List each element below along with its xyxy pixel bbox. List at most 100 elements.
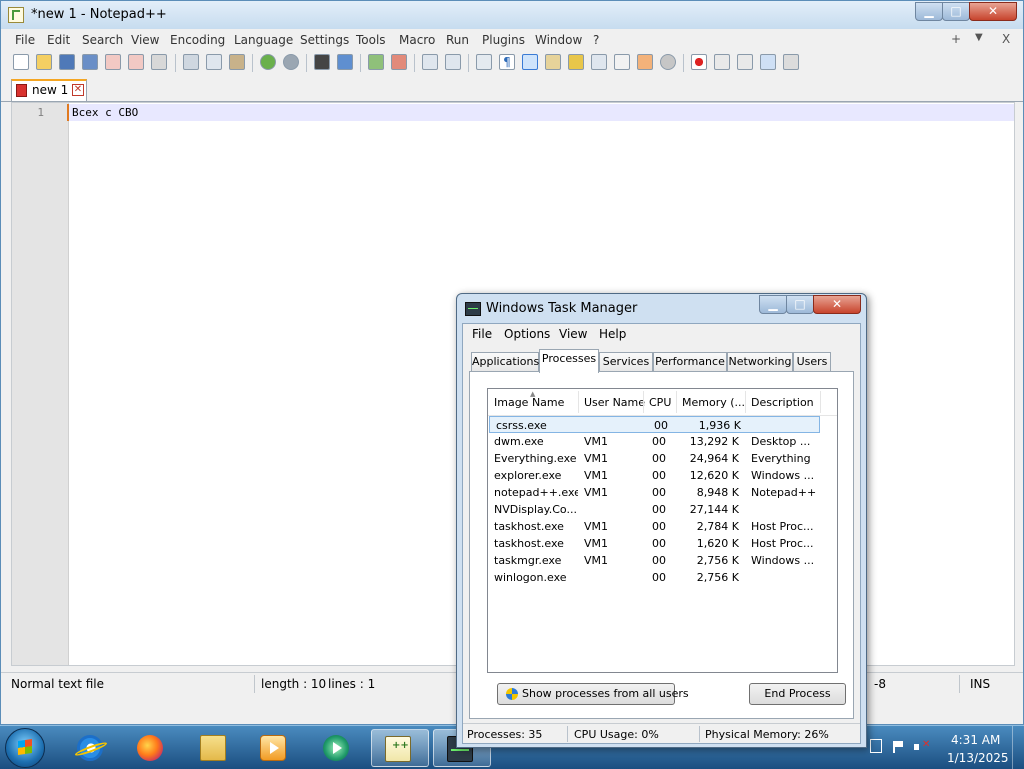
tab-applications[interactable]: Applications — [471, 352, 539, 372]
new-tab-button[interactable]: + — [951, 32, 961, 46]
tab-performance[interactable]: Performance — [653, 352, 727, 372]
word-wrap-icon[interactable] — [476, 54, 492, 70]
show-all-processes-button[interactable]: Show processes from all users — [497, 683, 689, 705]
menu-language[interactable]: Language — [234, 33, 293, 47]
menu-encoding[interactable]: Encoding — [170, 33, 225, 47]
menu-run[interactable]: Run — [446, 33, 469, 47]
column-description[interactable]: Description — [751, 396, 814, 409]
tm-menu-view[interactable]: View — [559, 327, 587, 341]
show-desktop-button[interactable] — [1012, 726, 1024, 769]
tab-users[interactable]: Users — [793, 352, 831, 372]
taskbar-notepadpp[interactable] — [371, 729, 429, 767]
function-list-icon[interactable] — [614, 54, 630, 70]
play-macro-icon[interactable] — [737, 54, 753, 70]
tab-close-icon[interactable]: ✕ — [72, 84, 84, 96]
table-row[interactable]: taskhost.exe VM1 00 1,620 K Host Proc... — [488, 535, 837, 552]
folder-workspace-icon[interactable] — [637, 54, 653, 70]
table-row[interactable]: taskmgr.exe VM1 00 2,756 K Windows ... — [488, 552, 837, 569]
minimize-button[interactable]: ▁ — [915, 2, 943, 21]
paste-icon[interactable] — [229, 54, 245, 70]
zoom-in-icon[interactable] — [368, 54, 384, 70]
table-row[interactable]: dwm.exe VM1 00 13,292 K Desktop ... — [488, 433, 837, 450]
column-divider[interactable] — [643, 391, 644, 413]
menu-settings[interactable]: Settings — [300, 33, 349, 47]
menu-file[interactable]: File — [15, 33, 35, 47]
tm-menu-options[interactable]: Options — [504, 327, 550, 341]
task-manager-minimize-button[interactable]: ▁ — [759, 295, 787, 314]
task-manager-maximize-button[interactable]: □ — [786, 295, 814, 314]
network-icon[interactable] — [870, 739, 882, 753]
taskbar-firefox[interactable] — [124, 729, 176, 767]
editor-line-text[interactable]: Всех с СВО — [72, 106, 138, 119]
save-icon[interactable] — [59, 54, 75, 70]
action-center-flag-icon[interactable] — [892, 741, 904, 753]
replace-icon[interactable] — [337, 54, 353, 70]
column-divider[interactable] — [745, 391, 746, 413]
doc-list-icon[interactable] — [591, 54, 607, 70]
table-row[interactable]: csrss.exe 00 1,936 K — [489, 416, 820, 433]
tab-networking[interactable]: Networking — [727, 352, 793, 372]
column-divider[interactable] — [578, 391, 579, 413]
column-memory[interactable]: Memory (... — [682, 396, 745, 409]
open-file-icon[interactable] — [36, 54, 52, 70]
menu-macro[interactable]: Macro — [399, 33, 435, 47]
stop-macro-icon[interactable] — [714, 54, 730, 70]
save-all-icon[interactable] — [82, 54, 98, 70]
clock-time[interactable]: 4:31 AM — [951, 733, 1000, 747]
zoom-out-icon[interactable] — [391, 54, 407, 70]
new-file-icon[interactable] — [13, 54, 29, 70]
monitoring-icon[interactable] — [660, 54, 676, 70]
table-row[interactable]: winlogon.exe 00 2,756 K — [488, 569, 837, 586]
table-row[interactable]: NVDisplay.Co... 00 27,144 K — [488, 501, 837, 518]
start-button[interactable] — [5, 728, 45, 768]
find-icon[interactable] — [314, 54, 330, 70]
tab-new-1[interactable]: new 1 ✕ — [11, 79, 87, 101]
task-manager-close-button[interactable]: ✕ — [813, 295, 861, 314]
tab-services[interactable]: Services — [599, 352, 653, 372]
close-file-icon[interactable] — [105, 54, 121, 70]
column-cpu[interactable]: CPU — [649, 396, 671, 409]
record-macro-icon[interactable] — [691, 54, 707, 70]
taskbar-explorer[interactable] — [187, 729, 239, 767]
task-manager-app-icon[interactable] — [465, 302, 481, 316]
run-macro-multiple-icon[interactable] — [760, 54, 776, 70]
tab-processes[interactable]: Processes — [539, 349, 599, 373]
menu-tools[interactable]: Tools — [356, 33, 386, 47]
taskbar-media-center[interactable] — [247, 729, 299, 767]
table-row[interactable]: explorer.exe VM1 00 12,620 K Windows ... — [488, 467, 837, 484]
process-list[interactable]: ▲ Image Name User Name CPU Memory (... D… — [487, 388, 838, 673]
taskbar-internet-explorer[interactable] — [64, 729, 116, 767]
notepadpp-titlebar[interactable]: *new 1 - Notepad++ ▁ □ ✕ — [1, 1, 1023, 29]
redo-icon[interactable] — [283, 54, 299, 70]
clock-date[interactable]: 1/13/2025 — [947, 751, 1009, 765]
sync-vertical-icon[interactable] — [422, 54, 438, 70]
language-icon[interactable] — [545, 54, 561, 70]
tm-menu-help[interactable]: Help — [599, 327, 626, 341]
sync-horizontal-icon[interactable] — [445, 54, 461, 70]
menu-help[interactable]: ? — [593, 33, 599, 47]
column-divider[interactable] — [820, 391, 821, 413]
indent-guide-icon[interactable] — [522, 54, 538, 70]
show-all-chars-icon[interactable]: ¶ — [499, 54, 515, 70]
notepadpp-app-icon[interactable] — [8, 7, 24, 23]
save-macro-icon[interactable] — [783, 54, 799, 70]
table-row[interactable]: Everything.exe VM1 00 24,964 K Everythin… — [488, 450, 837, 467]
column-image-name[interactable]: Image Name — [494, 396, 564, 409]
menu-edit[interactable]: Edit — [47, 33, 70, 47]
table-row[interactable]: notepad++.exe VM1 00 8,948 K Notepad++ — [488, 484, 837, 501]
tm-menu-file[interactable]: File — [472, 327, 492, 341]
tab-list-dropdown[interactable]: ▼ — [975, 32, 983, 43]
menu-view[interactable]: View — [131, 33, 159, 47]
column-user-name[interactable]: User Name — [584, 396, 645, 409]
column-divider[interactable] — [676, 391, 677, 413]
copy-icon[interactable] — [206, 54, 222, 70]
menu-search[interactable]: Search — [82, 33, 123, 47]
close-button[interactable]: ✕ — [969, 2, 1017, 21]
close-document-button[interactable]: X — [1002, 32, 1010, 46]
menu-window[interactable]: Window — [535, 33, 582, 47]
undo-icon[interactable] — [260, 54, 276, 70]
menu-plugins[interactable]: Plugins — [482, 33, 525, 47]
maximize-button[interactable]: □ — [942, 2, 970, 21]
print-icon[interactable] — [151, 54, 167, 70]
cut-icon[interactable] — [183, 54, 199, 70]
